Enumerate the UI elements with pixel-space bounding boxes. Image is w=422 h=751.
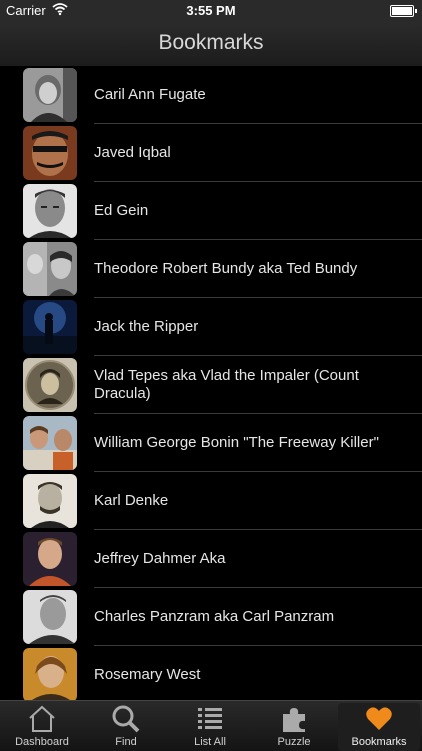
home-icon (27, 704, 57, 734)
search-icon (111, 704, 141, 734)
bookmark-name: Charles Panzram aka Carl Panzram (94, 608, 335, 625)
portrait-thumbnail (23, 590, 77, 644)
portrait-thumbnail (23, 474, 77, 528)
puzzle-icon (279, 704, 309, 734)
tab-bar: Dashboard Find List All Puzzle Bookmarks (0, 700, 422, 751)
bookmark-name: Javed Iqbal (94, 144, 171, 161)
bookmark-name: Vlad Tepes aka Vlad the Impaler (Count D… (94, 367, 359, 402)
page-title: Bookmarks (158, 31, 264, 54)
tab-label: Find (115, 736, 137, 748)
list-item[interactable]: Charles Panzram aka Carl Panzram (0, 588, 422, 646)
bookmark-name: Ed Gein (94, 202, 149, 219)
status-bar: Carrier 3:55 PM (0, 0, 422, 22)
portrait-thumbnail (23, 184, 77, 238)
portrait-thumbnail (23, 68, 77, 122)
list-item[interactable]: Vlad Tepes aka Vlad the Impaler (Count D… (0, 356, 422, 414)
tab-bookmarks[interactable]: Bookmarks (336, 701, 422, 751)
list-item[interactable]: Karl Denke (0, 472, 422, 530)
bookmark-name: Caril Ann Fugate (94, 86, 206, 103)
bookmark-name: Jack the Ripper (94, 318, 199, 335)
portrait-thumbnail (23, 416, 77, 470)
portrait-thumbnail (23, 532, 77, 586)
bookmark-name: William George Bonin "The Freeway Killer… (94, 434, 379, 451)
list-item[interactable]: Jack the Ripper (0, 298, 422, 356)
bookmark-name: Theodore Robert Bundy aka Ted Bundy (94, 260, 358, 277)
bookmark-name: Karl Denke (94, 492, 169, 509)
list-item[interactable]: Caril Ann Fugate (0, 66, 422, 124)
list-item[interactable]: Javed Iqbal (0, 124, 422, 182)
bookmark-list[interactable]: Caril Ann Fugate Javed Iqbal Ed Gein The… (0, 66, 422, 700)
list-item[interactable]: William George Bonin "The Freeway Killer… (0, 414, 422, 472)
tab-label: Puzzle (277, 736, 311, 748)
tab-puzzle[interactable]: Puzzle (252, 701, 336, 751)
portrait-thumbnail (23, 358, 77, 412)
battery-icon (390, 5, 417, 17)
tab-label: Dashboard (15, 736, 69, 748)
tab-dashboard[interactable]: Dashboard (0, 701, 84, 751)
portrait-thumbnail (23, 126, 77, 180)
tab-label: Bookmarks (351, 736, 407, 748)
portrait-thumbnail (23, 242, 77, 296)
portrait-thumbnail (23, 300, 77, 354)
list-item[interactable]: Rosemary West (0, 646, 422, 700)
list-icon (195, 704, 225, 734)
list-item[interactable]: Ed Gein (0, 182, 422, 240)
tab-find[interactable]: Find (84, 701, 168, 751)
bookmark-name: Jeffrey Dahmer Aka (94, 550, 226, 567)
list-item[interactable]: Jeffrey Dahmer Aka (0, 530, 422, 588)
status-time: 3:55 PM (186, 3, 236, 18)
tab-list-all[interactable]: List All (168, 701, 252, 751)
list-item[interactable]: Theodore Robert Bundy aka Ted Bundy (0, 240, 422, 298)
navigation-bar: Bookmarks (0, 22, 422, 67)
tab-label: List All (194, 736, 226, 748)
bookmark-name: Rosemary West (94, 666, 201, 683)
portrait-thumbnail (23, 648, 77, 700)
heart-icon (364, 704, 394, 734)
